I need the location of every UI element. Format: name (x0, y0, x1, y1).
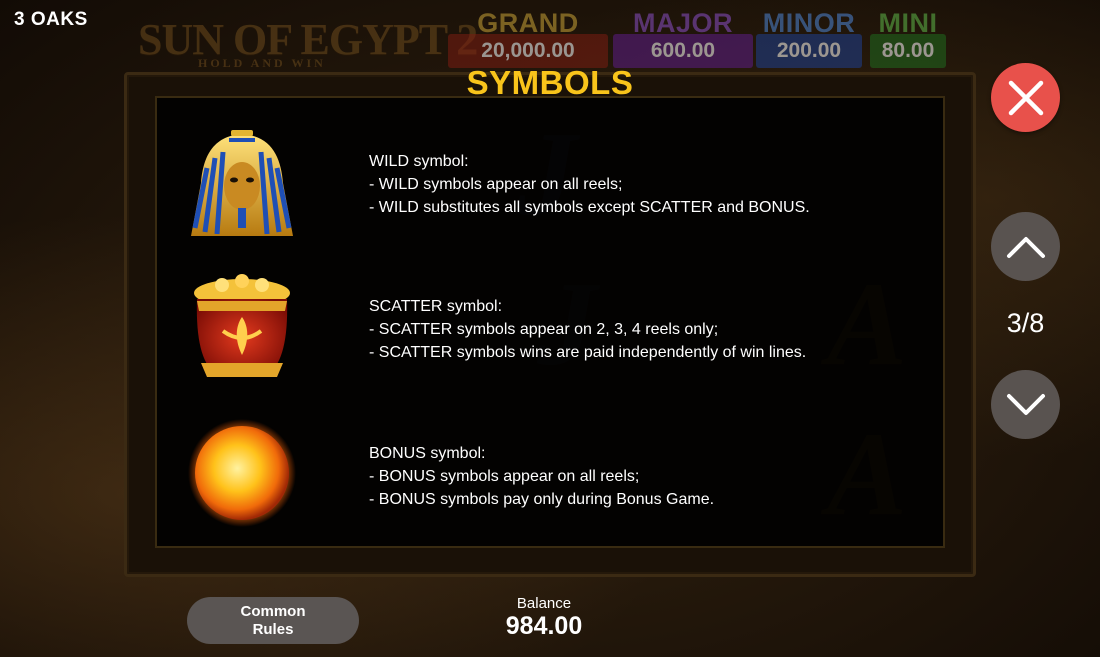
jackpot-mini: MINI 80.00 (870, 8, 946, 68)
jackpot-major: MAJOR 600.00 (613, 8, 753, 68)
symbol-rule-line: - SCATTER symbols appear on 2, 3, 4 reel… (369, 321, 719, 338)
jackpot-major-value: 600.00 (613, 34, 753, 68)
page-indicator: 3/8 (1006, 308, 1045, 338)
game-logo: SUN OF EGYPT 2 HOLD AND WIN (138, 12, 478, 72)
gold-pot-icon (187, 271, 297, 381)
page-up-button[interactable] (991, 212, 1060, 281)
close-button[interactable] (991, 63, 1060, 132)
jackpot-minor-value: 200.00 (756, 34, 862, 68)
jackpot-grand-value: 20,000.00 (448, 34, 608, 68)
symbol-rule-line: - BONUS symbols pay only during Bonus Ga… (369, 491, 715, 508)
page-title: SYMBOLS (466, 64, 634, 101)
symbol-rule-line: - SCATTER symbols wins are paid independ… (369, 344, 807, 361)
chevron-down-icon (1006, 393, 1045, 415)
sun-icon (187, 418, 297, 528)
balance-label: Balance (516, 595, 572, 612)
chevron-up-icon (1006, 236, 1045, 258)
symbol-rule-line: - BONUS symbols appear on all reels; (369, 468, 640, 485)
page-down-button[interactable] (991, 370, 1060, 439)
symbol-description-bonus: BONUS symbol: - BONUS symbols appear on … (369, 442, 714, 511)
common-rules-button[interactable]: Common Rules (187, 597, 359, 644)
jackpot-grand: GRAND 20,000.00 (448, 8, 608, 68)
close-icon (1008, 80, 1043, 115)
pharaoh-mask-icon (187, 128, 297, 238)
jackpot-mini-value: 80.00 (870, 34, 946, 68)
symbol-rule-line: - WILD substitutes all symbols except SC… (369, 199, 810, 216)
symbol-rule-line: - WILD symbols appear on all reels; (369, 176, 623, 193)
symbol-heading: SCATTER symbol: (369, 298, 503, 315)
common-rules-label-line2: Rules (252, 620, 294, 638)
symbol-heading: BONUS symbol: (369, 445, 486, 462)
jackpot-minor: MINOR 200.00 (756, 8, 862, 68)
balance-value: 984.00 (505, 612, 583, 640)
common-rules-label-line1: Common (240, 602, 306, 620)
symbol-description-scatter: SCATTER symbol: - SCATTER symbols appear… (369, 295, 806, 364)
brand-logo-text: 3 OAKS (14, 9, 88, 30)
symbol-heading: WILD symbol: (369, 153, 469, 170)
symbol-description-wild: WILD symbol: - WILD symbols appear on al… (369, 150, 810, 219)
